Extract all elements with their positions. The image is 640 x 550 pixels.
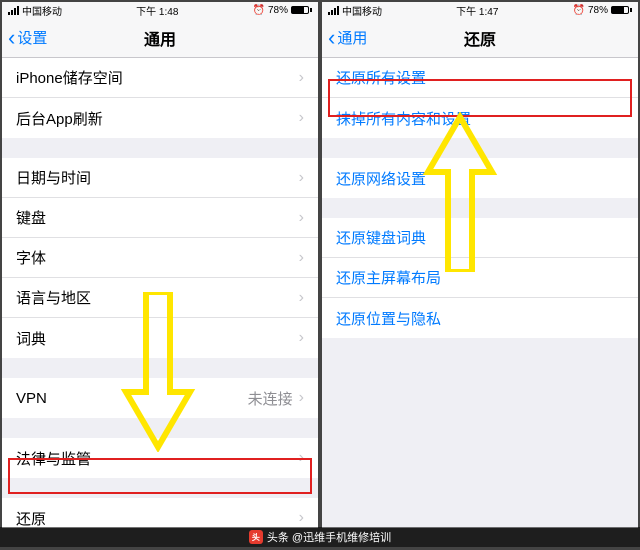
battery-icon bbox=[291, 6, 312, 14]
battery-icon bbox=[611, 6, 632, 14]
toutiao-icon: 头 bbox=[249, 530, 263, 544]
phone-left: 中国移动 下午 1:48 ⏰ 78% ‹ 设置 通用 iPhone储存空间› 后… bbox=[2, 2, 318, 528]
footer-credit: 头 头条 @迅维手机维修培训 bbox=[0, 527, 640, 547]
row-reset-home-layout[interactable]: 还原主屏幕布局 bbox=[322, 258, 638, 298]
chevron-right-icon: › bbox=[299, 389, 304, 407]
row-legal[interactable]: 法律与监管› bbox=[2, 438, 318, 478]
navbar: ‹ 设置 通用 bbox=[2, 18, 318, 58]
vpn-status: 未连接 bbox=[248, 388, 293, 409]
phone-right: 中国移动 下午 1:47 ⏰ 78% ‹ 通用 还原 还原所有设置 抹掉所有内容… bbox=[322, 2, 638, 528]
row-vpn[interactable]: VPN未连接› bbox=[2, 378, 318, 418]
row-reset-all-settings[interactable]: 还原所有设置 bbox=[322, 58, 638, 98]
signal-icon bbox=[328, 6, 339, 15]
chevron-right-icon: › bbox=[299, 509, 304, 527]
chevron-right-icon: › bbox=[299, 449, 304, 467]
row-erase-all[interactable]: 抹掉所有内容和设置 bbox=[322, 98, 638, 138]
page-title: 通用 bbox=[144, 26, 176, 50]
navbar: ‹ 通用 还原 bbox=[322, 18, 638, 58]
row-iphone-storage[interactable]: iPhone储存空间› bbox=[2, 58, 318, 98]
alarm-icon: ⏰ bbox=[573, 5, 585, 16]
row-fonts[interactable]: 字体› bbox=[2, 238, 318, 278]
page-title: 还原 bbox=[464, 26, 496, 50]
chevron-right-icon: › bbox=[299, 209, 304, 227]
credit-text: 头条 @迅维手机维修培训 bbox=[267, 529, 391, 545]
row-reset[interactable]: 还原› bbox=[2, 498, 318, 528]
row-language-region[interactable]: 语言与地区› bbox=[2, 278, 318, 318]
chevron-right-icon: › bbox=[299, 109, 304, 127]
back-button[interactable]: ‹ 通用 bbox=[328, 27, 367, 49]
chevron-right-icon: › bbox=[299, 69, 304, 87]
battery-pct: 78% bbox=[268, 5, 288, 16]
row-date-time[interactable]: 日期与时间› bbox=[2, 158, 318, 198]
row-keyboard[interactable]: 键盘› bbox=[2, 198, 318, 238]
carrier-label: 中国移动 bbox=[22, 3, 62, 18]
row-dictionary[interactable]: 词典› bbox=[2, 318, 318, 358]
row-reset-keyboard-dict[interactable]: 还原键盘词典 bbox=[322, 218, 638, 258]
chevron-left-icon: ‹ bbox=[8, 27, 15, 49]
carrier-label: 中国移动 bbox=[342, 3, 382, 18]
chevron-right-icon: › bbox=[299, 249, 304, 267]
alarm-icon: ⏰ bbox=[253, 5, 265, 16]
row-background-refresh[interactable]: 后台App刷新› bbox=[2, 98, 318, 138]
back-button[interactable]: ‹ 设置 bbox=[8, 27, 47, 49]
chevron-right-icon: › bbox=[299, 169, 304, 187]
row-reset-network[interactable]: 还原网络设置 bbox=[322, 158, 638, 198]
back-label: 设置 bbox=[17, 27, 47, 48]
chevron-left-icon: ‹ bbox=[328, 27, 335, 49]
status-bar: 中国移动 下午 1:47 ⏰ 78% bbox=[322, 2, 638, 18]
status-time: 下午 1:48 bbox=[136, 3, 178, 18]
signal-icon bbox=[8, 6, 19, 15]
status-bar: 中国移动 下午 1:48 ⏰ 78% bbox=[2, 2, 318, 18]
status-time: 下午 1:47 bbox=[456, 3, 498, 18]
chevron-right-icon: › bbox=[299, 289, 304, 307]
chevron-right-icon: › bbox=[299, 329, 304, 347]
row-reset-location-privacy[interactable]: 还原位置与隐私 bbox=[322, 298, 638, 338]
battery-pct: 78% bbox=[588, 5, 608, 16]
back-label: 通用 bbox=[337, 27, 367, 48]
